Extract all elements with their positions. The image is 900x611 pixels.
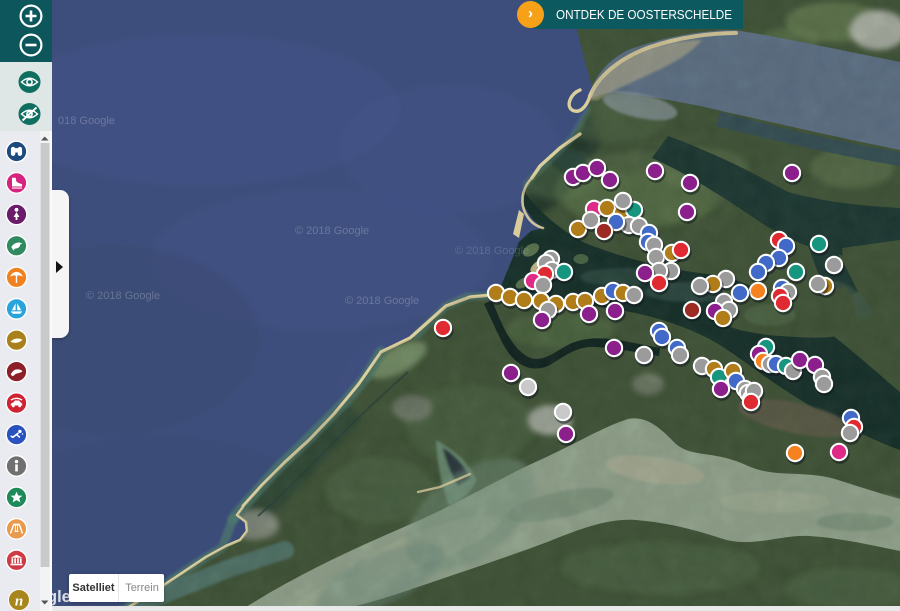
svg-text:© 2018 Google: © 2018 Google bbox=[86, 290, 160, 302]
svg-text:© 2018 Google: © 2018 Google bbox=[345, 295, 419, 307]
svg-text:© 2018 Google: © 2018 Google bbox=[295, 225, 369, 237]
svg-text:ONTDEK DE OOSTERSCHELDE: ONTDEK DE OOSTERSCHELDE bbox=[556, 7, 732, 22]
svg-text:018 Google: 018 Google bbox=[58, 115, 115, 127]
svg-text:n: n bbox=[15, 594, 23, 610]
svg-text:© 2018 Google: © 2018 Google bbox=[455, 245, 529, 257]
